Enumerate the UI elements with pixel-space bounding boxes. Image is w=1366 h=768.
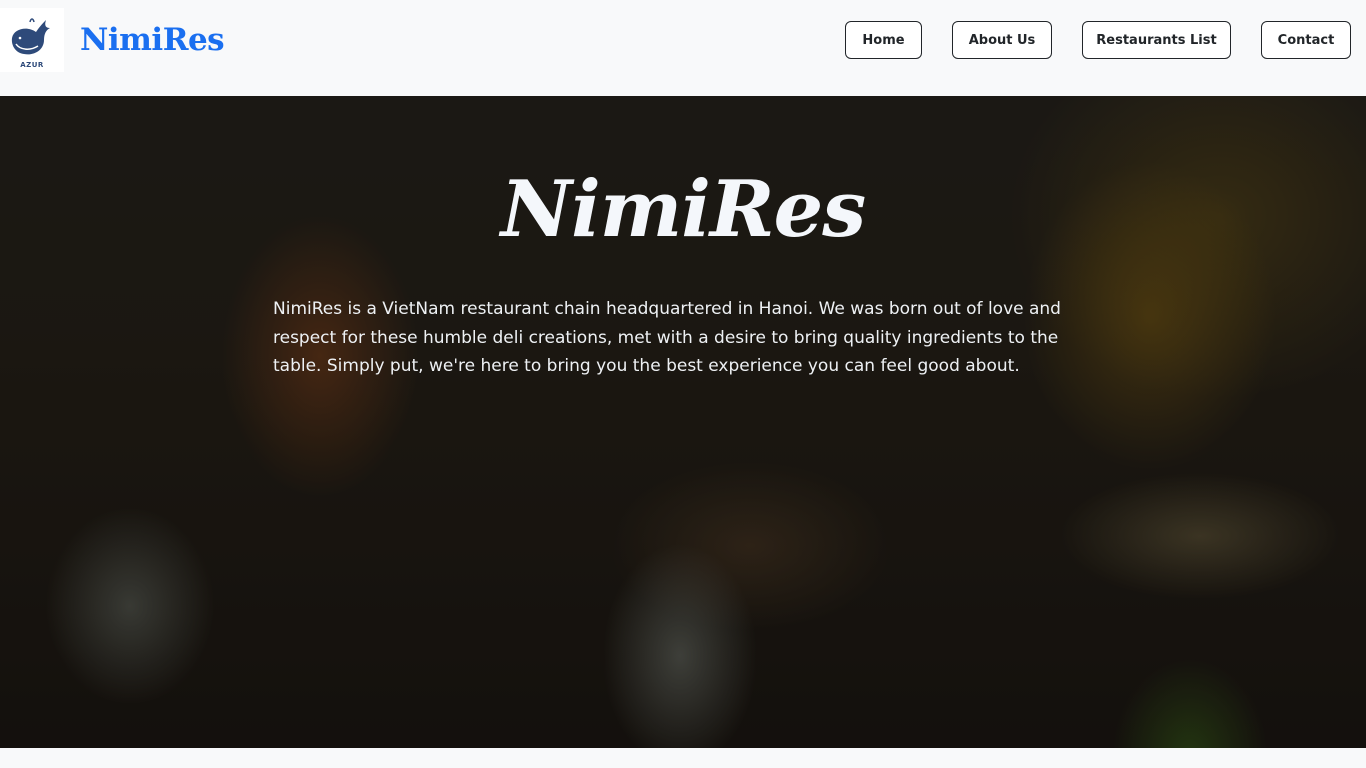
navbar: AZUR NimiRes Home About Us Restaurants L… <box>0 0 1366 96</box>
logo[interactable]: AZUR <box>0 8 64 72</box>
hero-section: NimiRes NimiRes is a VietNam restaurant … <box>0 96 1366 748</box>
brand-name[interactable]: NimiRes <box>80 20 225 60</box>
logo-caption: AZUR <box>20 61 44 69</box>
nav-restaurants-button[interactable]: Restaurants List <box>1082 21 1231 59</box>
nav-about-button[interactable]: About Us <box>952 21 1052 59</box>
page-bottom <box>0 748 1366 768</box>
nav-home-button[interactable]: Home <box>845 21 922 59</box>
hero-title: NimiRes <box>500 164 866 255</box>
hero-description: NimiRes is a VietNam restaurant chain he… <box>273 299 1061 376</box>
whale-icon <box>11 18 51 55</box>
nav-contact-button[interactable]: Contact <box>1261 21 1351 59</box>
